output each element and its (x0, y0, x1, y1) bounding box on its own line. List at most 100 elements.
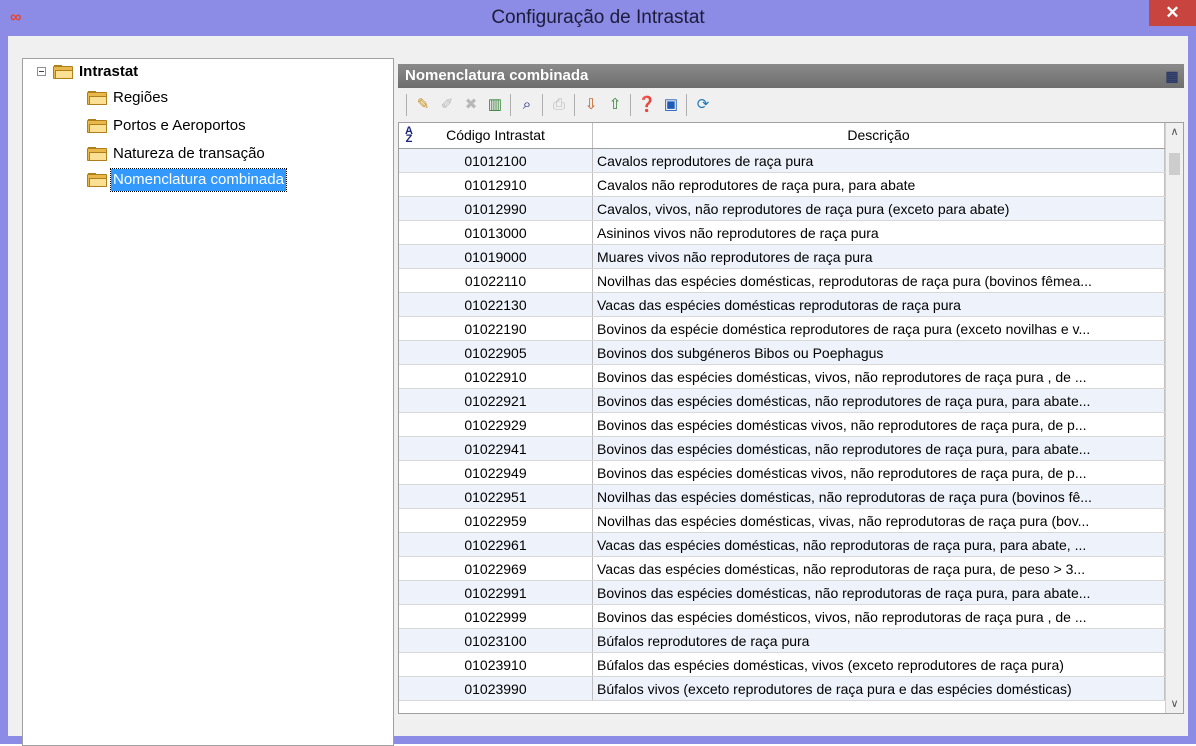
cell-description[interactable]: Cavalos, vivos, não reprodutores de raça… (593, 197, 1165, 220)
cell-code[interactable]: 01022959 (399, 509, 593, 532)
vertical-scrollbar[interactable]: ∧ ∨ (1165, 123, 1183, 713)
cell-description[interactable]: Vacas das espécies domésticas, não repro… (593, 533, 1165, 556)
cell-description[interactable]: Vacas das espécies domésticas reprodutor… (593, 293, 1165, 316)
grid-settings-icon[interactable]: ▦ (1162, 66, 1182, 86)
cell-code[interactable]: 01022910 (399, 365, 593, 388)
table-row[interactable]: 01022969 Vacas das espécies domésticas, n… (399, 557, 1165, 581)
title-bar[interactable]: ∞ Configuração de Intrastat ✕ (0, 0, 1196, 36)
table-row[interactable]: 01023910 Búfalos das espécies domésticas,… (399, 653, 1165, 677)
category-tree[interactable]: Intrastat Regiões Portos e Aeroportos Na… (22, 58, 394, 746)
refresh-icon[interactable]: ⟳ (692, 94, 714, 116)
table-row[interactable]: 01022959 Novilhas das espécies domésticas… (399, 509, 1165, 533)
table-row[interactable]: 01022949 Bovinos das espécies domésticas … (399, 461, 1165, 485)
cell-code[interactable]: 01013000 (399, 221, 593, 244)
cell-description[interactable]: Novilhas das espécies domésticas, reprod… (593, 269, 1165, 292)
help-icon[interactable]: ❓ (636, 94, 658, 116)
cell-description[interactable]: Búfalos das espécies domésticas, vivos (… (593, 653, 1165, 676)
cell-code[interactable]: 01022941 (399, 437, 593, 460)
cell-code[interactable]: 01012100 (399, 149, 593, 172)
cell-code[interactable]: 01022905 (399, 341, 593, 364)
table-row[interactable]: 01023990 Búfalos vivos (exceto reprodutor… (399, 677, 1165, 701)
scroll-thumb[interactable] (1169, 153, 1180, 175)
column-header-code[interactable]: AZ Código Intrastat (399, 123, 593, 148)
cell-description[interactable]: Vacas das espécies domésticas, não repro… (593, 557, 1165, 580)
cell-description[interactable]: Muares vivos não reprodutores de raça pu… (593, 245, 1165, 268)
cell-description[interactable]: Cavalos reprodutores de raça pura (593, 149, 1165, 172)
table-row[interactable]: 01022929 Bovinos das espécies domésticas … (399, 413, 1165, 437)
scroll-down-icon[interactable]: ∨ (1166, 695, 1183, 713)
cell-code[interactable]: 01022130 (399, 293, 593, 316)
table-row[interactable]: 01022991 Bovinos das espécies domésticas,… (399, 581, 1165, 605)
table-row[interactable]: 01019000 Muares vivos não reprodutores de… (399, 245, 1165, 269)
table-row[interactable]: 01022110 Novilhas das espécies domésticas… (399, 269, 1165, 293)
cell-code[interactable]: 01022951 (399, 485, 593, 508)
edit-icon[interactable]: ✐ (436, 94, 458, 116)
cell-code[interactable]: 01019000 (399, 245, 593, 268)
cell-code[interactable]: 01022999 (399, 605, 593, 628)
cell-description[interactable]: Asininos vivos não reprodutores de raça … (593, 221, 1165, 244)
table-row[interactable]: 01022130 Vacas das espécies domésticas re… (399, 293, 1165, 317)
tree-node-nomenclatura[interactable]: Nomenclatura combinada (23, 168, 383, 192)
sort-az-icon[interactable]: AZ (401, 126, 417, 145)
tree-node-portos[interactable]: Portos e Aeroportos (23, 115, 383, 137)
scroll-up-icon[interactable]: ∧ (1166, 123, 1183, 141)
data-grid[interactable]: AZ Código Intrastat Descrição 01012100 Ca… (398, 122, 1184, 714)
column-header-description[interactable]: Descrição (593, 123, 1165, 148)
find-icon[interactable]: ⌕ (516, 94, 538, 116)
cell-code[interactable]: 01022190 (399, 317, 593, 340)
table-row[interactable]: 01022905 Bovinos dos subgéneros Bibos ou … (399, 341, 1165, 365)
tree-node-natureza[interactable]: Natureza de transação (23, 143, 383, 165)
table-row[interactable]: 01022190 Bovinos da espécie doméstica rep… (399, 317, 1165, 341)
tree-node-regioes[interactable]: Regiões (23, 87, 383, 109)
table-row[interactable]: 01012100 Cavalos reprodutores de raça pur… (399, 149, 1165, 173)
table-row[interactable]: 01023100 Búfalos reprodutores de raça pur… (399, 629, 1165, 653)
cell-description[interactable]: Bovinos dos subgéneros Bibos ou Poephagu… (593, 341, 1165, 364)
detail-panel: Nomenclatura combinada ▦ ✎ ✐ ✖ ▥ ⌕ ⎙ ⇩ ⇧… (398, 64, 1184, 714)
cell-description[interactable]: Bovinos das espécies domésticas, não rep… (593, 389, 1165, 412)
table-row[interactable]: 01022951 Novilhas das espécies domésticas… (399, 485, 1165, 509)
import-icon[interactable]: ⇩ (580, 94, 602, 116)
cell-description[interactable]: Novilhas das espécies domésticas, não re… (593, 485, 1165, 508)
save-icon[interactable]: ▣ (660, 94, 682, 116)
cell-description[interactable]: Bovinos da espécie doméstica reprodutore… (593, 317, 1165, 340)
window-title: Configuração de Intrastat (491, 7, 705, 28)
cell-code[interactable]: 01022969 (399, 557, 593, 580)
cell-description[interactable]: Bovinos das espécies domésticas vivos, n… (593, 461, 1165, 484)
table-row[interactable]: 01022999 Bovinos das espécies domésticos,… (399, 605, 1165, 629)
cell-description[interactable]: Bovinos das espécies domésticas vivos, n… (593, 413, 1165, 436)
cell-code[interactable]: 01022921 (399, 389, 593, 412)
cell-description[interactable]: Novilhas das espécies domésticas, vivas,… (593, 509, 1165, 532)
table-row[interactable]: 01022961 Vacas das espécies domésticas, n… (399, 533, 1165, 557)
cell-description[interactable]: Bovinos das espécies domésticas, não rep… (593, 581, 1165, 604)
close-button[interactable]: ✕ (1149, 0, 1196, 26)
cell-code[interactable]: 01012910 (399, 173, 593, 196)
cell-description[interactable]: Búfalos vivos (exceto reprodutores de ra… (593, 677, 1165, 700)
table-row[interactable]: 01012910 Cavalos não reprodutores de raça… (399, 173, 1165, 197)
tree-node-intrastat[interactable]: Intrastat (23, 61, 383, 83)
cell-code[interactable]: 01022991 (399, 581, 593, 604)
cell-code[interactable]: 01023990 (399, 677, 593, 700)
cell-description[interactable]: Bovinos das espécies domésticas, vivos, … (593, 365, 1165, 388)
delete-icon[interactable]: ✖ (460, 94, 482, 116)
cell-code[interactable]: 01012990 (399, 197, 593, 220)
cell-code[interactable]: 01022929 (399, 413, 593, 436)
cell-description[interactable]: Búfalos reprodutores de raça pura (593, 629, 1165, 652)
cell-description[interactable]: Cavalos não reprodutores de raça pura, p… (593, 173, 1165, 196)
cell-code[interactable]: 01022110 (399, 269, 593, 292)
cell-description[interactable]: Bovinos das espécies domésticos, vivos, … (593, 605, 1165, 628)
table-row[interactable]: 01012990 Cavalos, vivos, não reprodutores… (399, 197, 1165, 221)
table-row[interactable]: 01013000 Asininos vivos não reprodutores … (399, 221, 1165, 245)
table-row[interactable]: 01022941 Bovinos das espécies domésticas,… (399, 437, 1165, 461)
table-row[interactable]: 01022921 Bovinos das espécies domésticas,… (399, 389, 1165, 413)
export-icon[interactable]: ⇧ (604, 94, 626, 116)
cell-description[interactable]: Bovinos das espécies domésticas, não rep… (593, 437, 1165, 460)
table-row[interactable]: 01022910 Bovinos das espécies domésticas,… (399, 365, 1165, 389)
chart-icon[interactable]: ▥ (484, 94, 506, 116)
cell-code[interactable]: 01022949 (399, 461, 593, 484)
cell-code[interactable]: 01022961 (399, 533, 593, 556)
collapse-icon[interactable] (37, 67, 46, 76)
cell-code[interactable]: 01023100 (399, 629, 593, 652)
print-icon[interactable]: ⎙ (548, 94, 570, 116)
new-icon[interactable]: ✎ (412, 94, 434, 116)
cell-code[interactable]: 01023910 (399, 653, 593, 676)
